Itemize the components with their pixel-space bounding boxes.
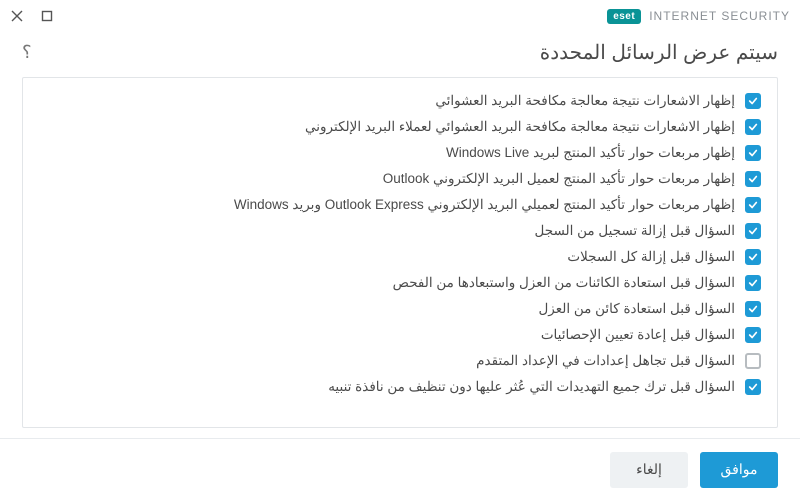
option-label: السؤال قبل تجاهل إعدادات في الإعداد المت… <box>476 353 735 369</box>
footer: موافق إلغاء <box>0 438 800 500</box>
option-label: إظهار الاشعارات نتيجة معالجة مكافحة البر… <box>435 93 735 109</box>
brand: eset INTERNET SECURITY <box>607 9 790 24</box>
brand-product: INTERNET SECURITY <box>649 9 790 23</box>
header: سيتم عرض الرسائل المحددة ؟ <box>0 32 800 77</box>
close-icon[interactable] <box>10 9 24 23</box>
option-label: السؤال قبل إعادة تعيين الإحصائيات <box>541 327 735 343</box>
option-label: إظهار مربعات حوار تأكيد المنتج لعميل الب… <box>383 171 735 187</box>
cancel-button[interactable]: إلغاء <box>610 452 688 488</box>
checkbox[interactable] <box>745 223 761 239</box>
option-label: السؤال قبل إزالة تسجيل من السجل <box>535 223 735 239</box>
option-label: السؤال قبل استعادة كائن من العزل <box>538 301 735 317</box>
checkbox[interactable] <box>745 301 761 317</box>
ok-button[interactable]: موافق <box>700 452 778 488</box>
option-label: السؤال قبل إزالة كل السجلات <box>567 249 735 265</box>
options-list[interactable]: إظهار الاشعارات نتيجة معالجة مكافحة البر… <box>22 77 778 428</box>
help-icon[interactable]: ؟ <box>22 42 32 63</box>
checkbox[interactable] <box>745 93 761 109</box>
option-row: إظهار مربعات حوار تأكيد المنتج لعميل الب… <box>37 166 763 192</box>
option-row: السؤال قبل تجاهل إعدادات في الإعداد المت… <box>37 348 763 374</box>
option-row: السؤال قبل ترك جميع التهديدات التي عُثر … <box>37 374 763 400</box>
option-label: إظهار مربعات حوار تأكيد المنتج لعميلي ال… <box>234 197 735 213</box>
checkbox[interactable] <box>745 327 761 343</box>
checkbox[interactable] <box>745 353 761 369</box>
option-row: السؤال قبل إزالة كل السجلات <box>37 244 763 270</box>
checkbox[interactable] <box>745 275 761 291</box>
brand-badge: eset <box>607 9 641 24</box>
checkbox[interactable] <box>745 197 761 213</box>
checkbox[interactable] <box>745 249 761 265</box>
checkbox[interactable] <box>745 171 761 187</box>
maximize-icon[interactable] <box>40 9 54 23</box>
window-controls <box>10 9 54 23</box>
option-row: إظهار الاشعارات نتيجة معالجة مكافحة البر… <box>37 114 763 140</box>
option-row: السؤال قبل إعادة تعيين الإحصائيات <box>37 322 763 348</box>
page-title: سيتم عرض الرسائل المحددة <box>540 40 778 65</box>
titlebar: eset INTERNET SECURITY <box>0 0 800 32</box>
option-row: السؤال قبل استعادة الكائنات من العزل واس… <box>37 270 763 296</box>
option-row: السؤال قبل استعادة كائن من العزل <box>37 296 763 322</box>
checkbox[interactable] <box>745 145 761 161</box>
option-label: إظهار مربعات حوار تأكيد المنتج لبريد Win… <box>446 145 735 161</box>
option-row: السؤال قبل إزالة تسجيل من السجل <box>37 218 763 244</box>
option-row: إظهار مربعات حوار تأكيد المنتج لبريد Win… <box>37 140 763 166</box>
checkbox[interactable] <box>745 119 761 135</box>
option-row: إظهار الاشعارات نتيجة معالجة مكافحة البر… <box>37 88 763 114</box>
option-label: السؤال قبل ترك جميع التهديدات التي عُثر … <box>328 379 735 395</box>
option-label: إظهار الاشعارات نتيجة معالجة مكافحة البر… <box>305 119 735 135</box>
checkbox[interactable] <box>745 379 761 395</box>
option-label: السؤال قبل استعادة الكائنات من العزل واس… <box>393 275 735 291</box>
option-row: إظهار مربعات حوار تأكيد المنتج لعميلي ال… <box>37 192 763 218</box>
